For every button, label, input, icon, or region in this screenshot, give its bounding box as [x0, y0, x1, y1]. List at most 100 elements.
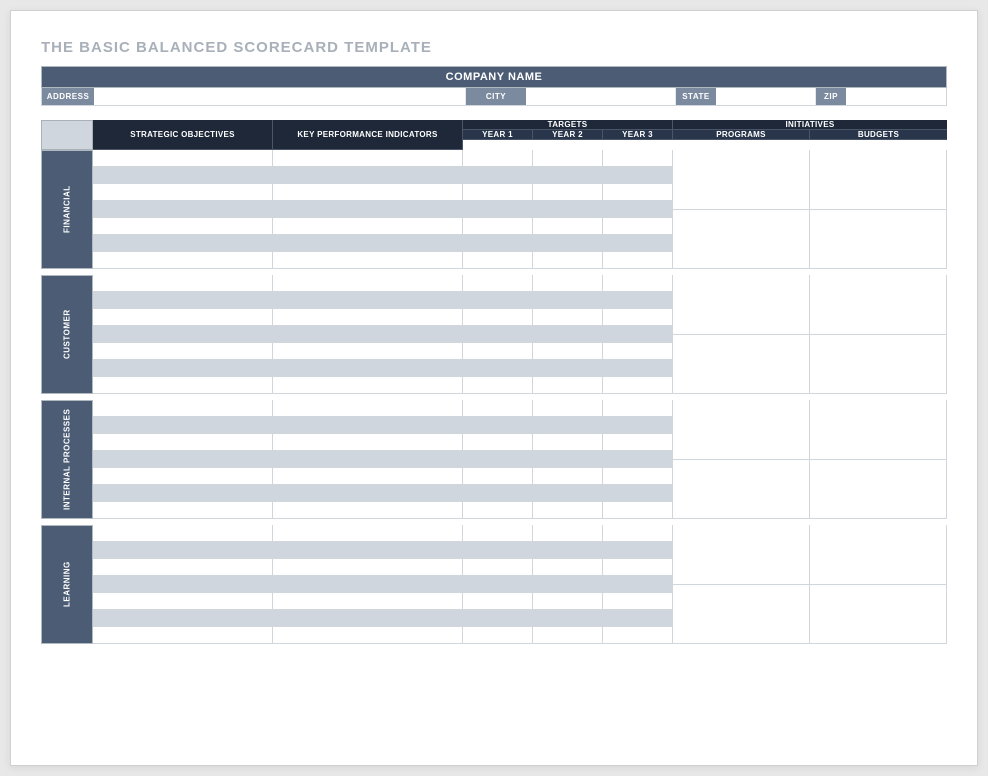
cell[interactable]	[273, 326, 463, 343]
cell[interactable]	[463, 326, 533, 343]
company-name-bar[interactable]: COMPANY NAME	[41, 66, 947, 88]
cell[interactable]	[603, 576, 673, 593]
cell[interactable]	[93, 451, 273, 468]
cell[interactable]	[533, 417, 603, 434]
cell[interactable]	[463, 627, 533, 644]
programs-cell[interactable]	[673, 150, 810, 209]
cell[interactable]	[93, 360, 273, 377]
cell[interactable]	[273, 343, 463, 360]
cell[interactable]	[603, 485, 673, 502]
cell[interactable]	[463, 559, 533, 576]
programs-cell[interactable]	[673, 400, 810, 459]
cell[interactable]	[463, 485, 533, 502]
cell[interactable]	[603, 610, 673, 627]
cell[interactable]	[463, 468, 533, 485]
cell[interactable]	[93, 252, 273, 269]
cell[interactable]	[463, 576, 533, 593]
cell[interactable]	[533, 360, 603, 377]
cell[interactable]	[533, 167, 603, 184]
cell[interactable]	[273, 360, 463, 377]
cell[interactable]	[273, 218, 463, 235]
cell[interactable]	[463, 309, 533, 326]
cell[interactable]	[533, 485, 603, 502]
cell[interactable]	[93, 326, 273, 343]
cell[interactable]	[463, 252, 533, 269]
cell[interactable]	[533, 525, 603, 542]
cell[interactable]	[93, 542, 273, 559]
cell[interactable]	[603, 167, 673, 184]
cell[interactable]	[603, 434, 673, 451]
cell[interactable]	[533, 292, 603, 309]
cell[interactable]	[273, 309, 463, 326]
cell[interactable]	[603, 150, 673, 167]
cell[interactable]	[533, 235, 603, 252]
cell[interactable]	[603, 360, 673, 377]
cell[interactable]	[273, 167, 463, 184]
cell[interactable]	[533, 559, 603, 576]
cell[interactable]	[533, 275, 603, 292]
cell[interactable]	[273, 525, 463, 542]
cell[interactable]	[273, 417, 463, 434]
programs-cell[interactable]	[673, 460, 810, 519]
cell[interactable]	[533, 377, 603, 394]
cell[interactable]	[533, 218, 603, 235]
cell[interactable]	[533, 309, 603, 326]
cell[interactable]	[93, 218, 273, 235]
cell[interactable]	[273, 576, 463, 593]
cell[interactable]	[93, 627, 273, 644]
cell[interactable]	[603, 184, 673, 201]
cell[interactable]	[93, 400, 273, 417]
cell[interactable]	[463, 400, 533, 417]
cell[interactable]	[603, 400, 673, 417]
city-field[interactable]	[526, 88, 676, 105]
cell[interactable]	[533, 400, 603, 417]
zip-field[interactable]	[846, 88, 946, 105]
cell[interactable]	[603, 417, 673, 434]
cell[interactable]	[533, 593, 603, 610]
cell[interactable]	[463, 235, 533, 252]
cell[interactable]	[463, 610, 533, 627]
programs-cell[interactable]	[673, 210, 810, 269]
cell[interactable]	[603, 627, 673, 644]
cell[interactable]	[463, 184, 533, 201]
cell[interactable]	[273, 377, 463, 394]
cell[interactable]	[533, 542, 603, 559]
cell[interactable]	[93, 502, 273, 519]
cell[interactable]	[463, 360, 533, 377]
cell[interactable]	[533, 201, 603, 218]
cell[interactable]	[533, 576, 603, 593]
cell[interactable]	[533, 610, 603, 627]
budgets-cell[interactable]	[810, 210, 947, 269]
cell[interactable]	[533, 150, 603, 167]
cell[interactable]	[273, 275, 463, 292]
cell[interactable]	[603, 451, 673, 468]
cell[interactable]	[603, 377, 673, 394]
cell[interactable]	[93, 309, 273, 326]
cell[interactable]	[273, 292, 463, 309]
cell[interactable]	[273, 542, 463, 559]
cell[interactable]	[273, 485, 463, 502]
cell[interactable]	[603, 252, 673, 269]
cell[interactable]	[463, 292, 533, 309]
cell[interactable]	[273, 184, 463, 201]
cell[interactable]	[273, 627, 463, 644]
cell[interactable]	[603, 275, 673, 292]
cell[interactable]	[93, 485, 273, 502]
cell[interactable]	[463, 434, 533, 451]
budgets-cell[interactable]	[810, 525, 947, 584]
cell[interactable]	[93, 150, 273, 167]
cell[interactable]	[93, 343, 273, 360]
cell[interactable]	[603, 235, 673, 252]
cell[interactable]	[603, 292, 673, 309]
cell[interactable]	[603, 502, 673, 519]
cell[interactable]	[273, 434, 463, 451]
cell[interactable]	[273, 593, 463, 610]
budgets-cell[interactable]	[810, 460, 947, 519]
cell[interactable]	[603, 326, 673, 343]
cell[interactable]	[603, 343, 673, 360]
state-field[interactable]	[716, 88, 816, 105]
cell[interactable]	[533, 326, 603, 343]
cell[interactable]	[533, 343, 603, 360]
cell[interactable]	[533, 627, 603, 644]
cell[interactable]	[603, 525, 673, 542]
